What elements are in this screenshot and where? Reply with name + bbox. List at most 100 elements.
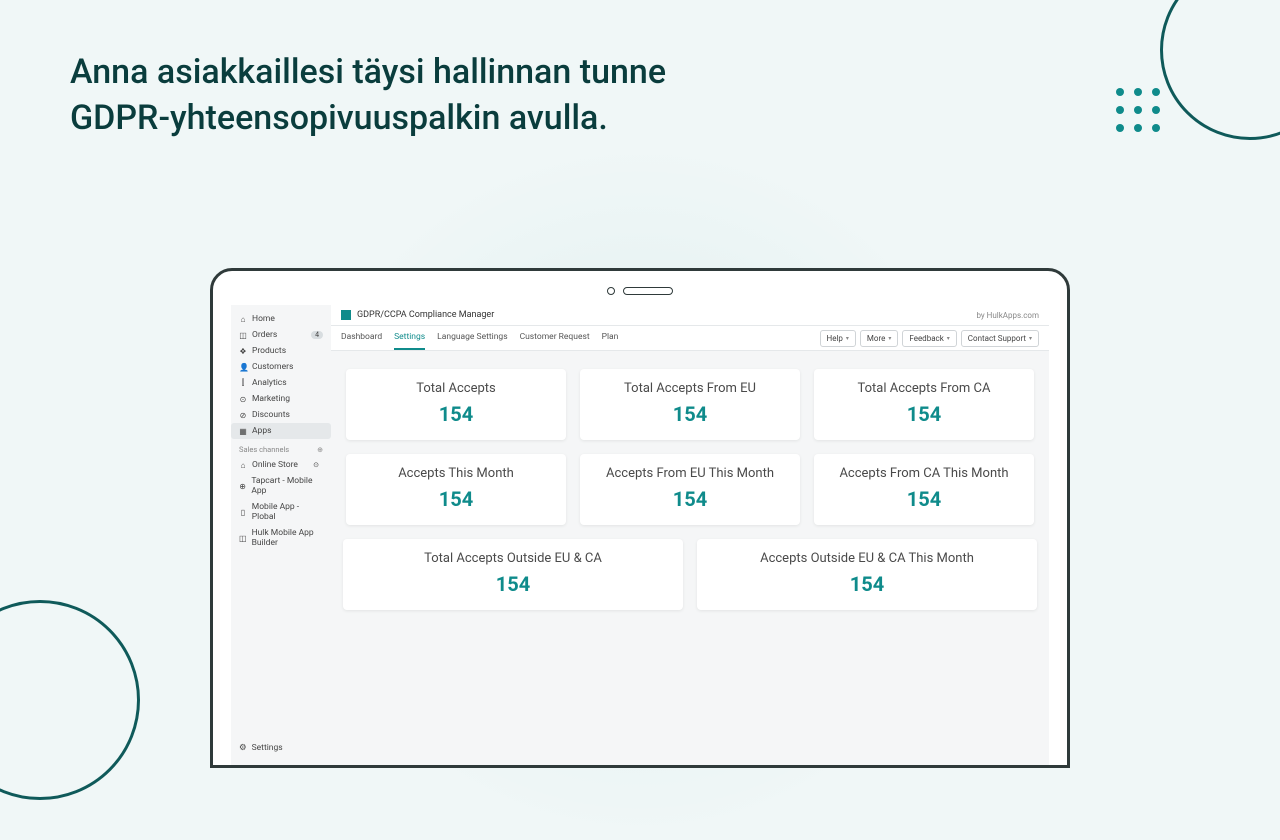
card-value: 154 — [824, 402, 1024, 426]
home-icon: ⌂ — [239, 315, 247, 324]
tab-settings[interactable]: Settings — [394, 326, 425, 350]
card-total-accepts-eu: Total Accepts From EU 154 — [580, 369, 800, 440]
channel-tapcart[interactable]: ⊕ Tapcart - Mobile App — [231, 473, 331, 499]
card-row-2: Accepts This Month 154 Accepts From EU T… — [343, 454, 1037, 525]
channel-plobal[interactable]: ▯ Mobile App - Plobal — [231, 499, 331, 525]
chevron-down-icon: ▾ — [888, 335, 891, 342]
card-value: 154 — [707, 572, 1027, 596]
sales-channels-label: Sales channels — [239, 445, 289, 454]
sidebar-item-label: Products — [252, 346, 286, 356]
sidebar-item-products[interactable]: ❖ Products — [231, 343, 331, 359]
apps-icon: ▦ — [239, 427, 247, 436]
sidebar-item-marketing[interactable]: ⊙ Marketing — [231, 391, 331, 407]
app-title: GDPR/CCPA Compliance Manager — [357, 310, 494, 320]
card-label: Accepts From CA This Month — [824, 466, 1024, 481]
channel-label: Hulk Mobile App Builder — [252, 528, 323, 548]
sidebar-item-home[interactable]: ⌂ Home — [231, 311, 331, 327]
customers-icon: 👤 — [239, 363, 247, 372]
chevron-down-icon: ▾ — [1029, 335, 1032, 342]
card-total-accepts: Total Accepts 154 — [346, 369, 566, 440]
sidebar-item-analytics[interactable]: ⫿ Analytics — [231, 375, 331, 391]
settings-label: Settings — [252, 743, 283, 753]
tablet-notch — [231, 287, 1049, 295]
chevron-down-icon: ▾ — [846, 335, 849, 342]
card-accepts-ca-month: Accepts From CA This Month 154 — [814, 454, 1034, 525]
card-total-accepts-ca: Total Accepts From CA 154 — [814, 369, 1034, 440]
card-value: 154 — [590, 402, 790, 426]
card-accepts-eu-month: Accepts From EU This Month 154 — [580, 454, 800, 525]
channel-label: Mobile App - Plobal — [252, 502, 323, 522]
card-accepts-outside-month: Accepts Outside EU & CA This Month 154 — [697, 539, 1037, 610]
sidebar-item-customers[interactable]: 👤 Customers — [231, 359, 331, 375]
card-label: Total Accepts — [356, 381, 556, 396]
tab-customer-request[interactable]: Customer Request — [520, 326, 590, 350]
sidebar-item-discounts[interactable]: ⊘ Discounts — [231, 407, 331, 423]
help-button[interactable]: Help▾ — [820, 330, 856, 347]
hulk-icon: ◫ — [239, 534, 247, 543]
channel-label: Online Store — [252, 460, 298, 470]
sidebar-item-label: Discounts — [252, 410, 290, 420]
feedback-button[interactable]: Feedback▾ — [902, 330, 956, 347]
card-value: 154 — [353, 572, 673, 596]
channel-hulk[interactable]: ◫ Hulk Mobile App Builder — [231, 525, 331, 551]
speaker-icon — [623, 287, 673, 295]
sidebar-item-label: Apps — [252, 426, 271, 436]
sidebar-item-label: Analytics — [252, 378, 287, 388]
card-label: Accepts Outside EU & CA This Month — [707, 551, 1027, 566]
sidebar: ⌂ Home ◫ Orders 4 ❖ Products 👤 Customers… — [231, 305, 331, 765]
tabs: Dashboard Settings Language Settings Cus… — [341, 326, 618, 350]
card-accepts-month: Accepts This Month 154 — [346, 454, 566, 525]
sales-channels-header: Sales channels ⊕ — [231, 439, 331, 457]
marketing-icon: ⊙ — [239, 395, 247, 404]
card-label: Total Accepts Outside EU & CA — [353, 551, 673, 566]
tapcart-icon: ⊕ — [239, 482, 246, 491]
header-actions: Help▾ More▾ Feedback▾ Contact Support▾ — [820, 330, 1040, 347]
camera-icon — [607, 287, 615, 295]
plobal-icon: ▯ — [239, 508, 247, 517]
headline: Anna asiakkaillesi täysi hallinnan tunne… — [70, 50, 666, 142]
card-label: Accepts From EU This Month — [590, 466, 790, 481]
discounts-icon: ⊘ — [239, 411, 247, 420]
tab-dashboard[interactable]: Dashboard — [341, 326, 382, 350]
channel-gear-icon[interactable]: ⊙ — [309, 461, 323, 469]
gear-icon[interactable]: ⊕ — [317, 446, 323, 454]
tablet-frame: ⌂ Home ◫ Orders 4 ❖ Products 👤 Customers… — [210, 268, 1070, 768]
store-icon: ⌂ — [239, 461, 247, 470]
card-value: 154 — [590, 487, 790, 511]
card-value: 154 — [824, 487, 1024, 511]
gear-icon: ⚙ — [239, 743, 247, 753]
sidebar-item-orders[interactable]: ◫ Orders 4 — [231, 327, 331, 343]
orders-badge: 4 — [311, 331, 323, 339]
sidebar-item-apps[interactable]: ▦ Apps — [231, 423, 331, 439]
decoration-circle-top-right — [1160, 0, 1280, 140]
card-label: Accepts This Month — [356, 466, 556, 481]
analytics-icon: ⫿ — [239, 378, 247, 388]
stats-cards-area: Total Accepts 154 Total Accepts From EU … — [331, 351, 1049, 765]
card-label: Total Accepts From CA — [824, 381, 1024, 396]
orders-icon: ◫ — [239, 331, 247, 340]
sidebar-item-label: Customers — [252, 362, 293, 372]
card-value: 154 — [356, 487, 556, 511]
app-screen: ⌂ Home ◫ Orders 4 ❖ Products 👤 Customers… — [231, 305, 1049, 765]
channel-online-store[interactable]: ⌂ Online Store ⊙ — [231, 457, 331, 473]
tab-language-settings[interactable]: Language Settings — [437, 326, 507, 350]
sidebar-item-label: Home — [252, 314, 275, 324]
tabs-row: Dashboard Settings Language Settings Cus… — [331, 326, 1049, 351]
decoration-dot-grid — [1116, 88, 1160, 132]
app-header: GDPR/CCPA Compliance Manager by HulkApps… — [331, 305, 1049, 326]
tab-plan[interactable]: Plan — [602, 326, 619, 350]
headline-line1: Anna asiakkaillesi täysi hallinnan tunne — [70, 52, 666, 92]
app-vendor: by HulkApps.com — [976, 311, 1039, 320]
sidebar-settings[interactable]: ⚙ Settings — [231, 737, 331, 759]
chevron-down-icon: ▾ — [947, 335, 950, 342]
contact-support-button[interactable]: Contact Support▾ — [961, 330, 1039, 347]
card-row-1: Total Accepts 154 Total Accepts From EU … — [343, 369, 1037, 440]
app-logo-icon — [341, 310, 351, 320]
headline-line2: GDPR-yhteensopivuuspalkin avulla. — [70, 98, 608, 138]
card-total-accepts-outside: Total Accepts Outside EU & CA 154 — [343, 539, 683, 610]
more-button[interactable]: More▾ — [860, 330, 898, 347]
main-panel: GDPR/CCPA Compliance Manager by HulkApps… — [331, 305, 1049, 765]
decoration-circle-bottom-left — [0, 600, 140, 800]
sidebar-item-label: Marketing — [252, 394, 290, 404]
card-value: 154 — [356, 402, 556, 426]
